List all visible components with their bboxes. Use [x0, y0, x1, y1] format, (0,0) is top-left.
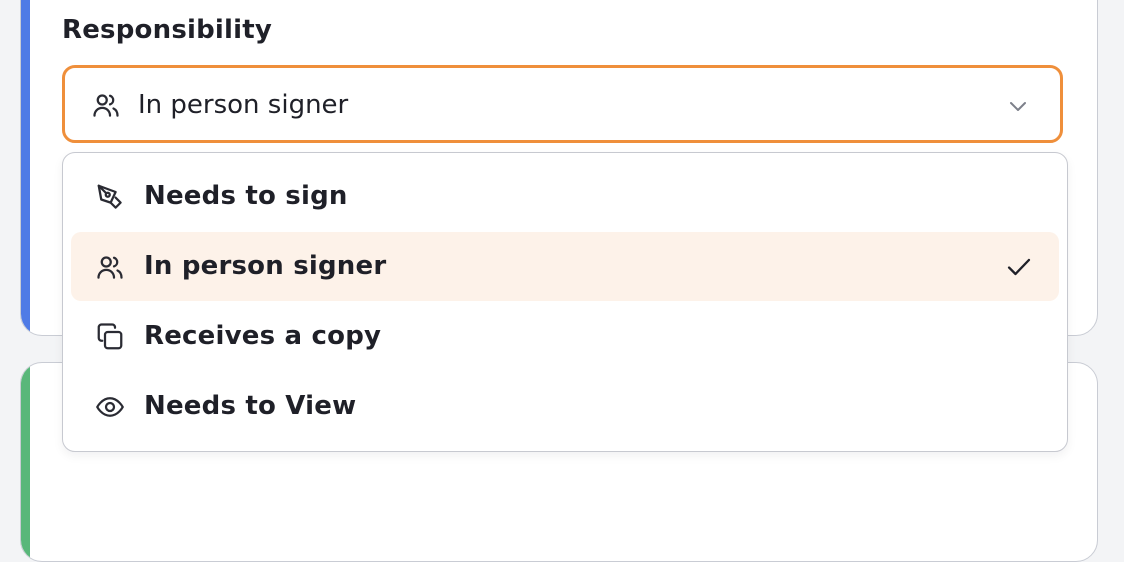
check-icon [1005, 253, 1033, 281]
users-icon [91, 90, 121, 120]
copy-icon [95, 322, 125, 352]
option-label: In person signer [144, 251, 387, 281]
users-icon [95, 252, 125, 282]
chevron-down-icon[interactable] [1006, 94, 1030, 118]
option-in-person-signer[interactable]: In person signer [71, 232, 1059, 301]
card-accent-bar [21, 363, 30, 561]
option-label: Receives a copy [144, 321, 382, 351]
responsibility-dropdown-menu: Needs to sign In person signer Receives … [62, 152, 1068, 452]
select-value: In person signer [138, 90, 349, 120]
responsibility-select[interactable]: In person signer [62, 65, 1063, 143]
pen-nib-icon [95, 182, 125, 212]
option-receives-a-copy[interactable]: Receives a copy [71, 302, 1059, 371]
eye-icon [95, 392, 125, 422]
option-label: Needs to sign [144, 181, 348, 211]
option-label: Needs to View [144, 391, 357, 421]
responsibility-label: Responsibility [62, 15, 273, 45]
card-accent-bar [21, 0, 30, 335]
option-needs-to-view[interactable]: Needs to View [71, 372, 1059, 441]
option-needs-to-sign[interactable]: Needs to sign [71, 162, 1059, 231]
